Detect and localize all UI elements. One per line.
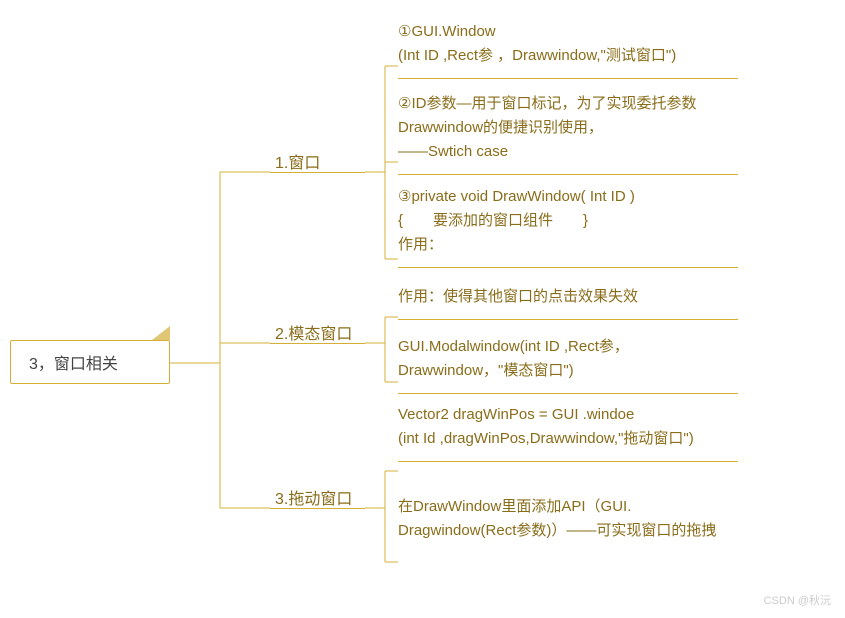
root-node: 3，窗口相关 (10, 340, 170, 384)
branch-2-underline (270, 343, 365, 344)
leaf-node-6: Vector2 dragWinPos = GUI .windoe(int Id … (398, 403, 738, 462)
branch-3-label: 3.拖动窗口 (275, 485, 352, 509)
branch-1-underline (270, 172, 365, 173)
leaf-node-3: ③private void DrawWindow( Int ID ){ 要添加的… (398, 185, 738, 268)
root-title: 3，窗口相关 (29, 350, 118, 374)
watermark-text: CSDN @秋沅 (764, 592, 831, 608)
branch-1-label: 1.窗口 (275, 149, 320, 173)
leaf-node-5: GUI.Modalwindow(int ID ,Rect参，Drawwindow… (398, 335, 738, 394)
leaf-node-1: ①GUI.Window(Int ID ,Rect参 ，Drawwindow,"测… (398, 20, 738, 79)
branch-3-underline (270, 508, 365, 509)
branch-2-label: 2.模态窗口 (275, 320, 352, 344)
leaf-node-4: 作用：使得其他窗口的点击效果失效 (398, 285, 738, 320)
leaf-node-2: ②ID参数—用于窗口标记，为了实现委托参数Drawwindow的便捷识别使用，—… (398, 92, 738, 175)
root-fold-decoration (152, 326, 170, 340)
leaf-node-7: 在DrawWindow里面添加API（GUI. Dragwindow(Rect参… (398, 495, 738, 553)
